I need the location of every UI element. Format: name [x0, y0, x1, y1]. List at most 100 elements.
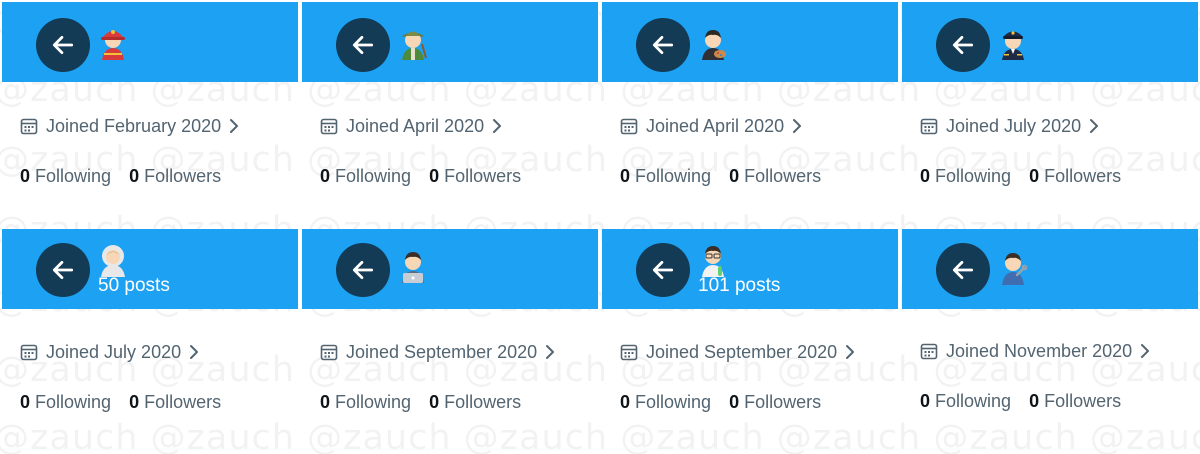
profile-banner: 50 posts: [2, 229, 298, 309]
chevron-right-icon: [546, 345, 555, 359]
followers-link[interactable]: 0 Followers: [429, 392, 521, 413]
joined-date[interactable]: Joined July 2020: [20, 340, 200, 364]
followers-count: 0: [129, 391, 140, 412]
following-link[interactable]: 0 Following: [620, 392, 711, 413]
following-link[interactable]: 0 Following: [620, 166, 711, 187]
joined-label: Joined July 2020: [46, 341, 182, 362]
followers-label: Followers: [1044, 165, 1122, 186]
profile-card: Joined July 2020 0 Following 0 Followers: [902, 2, 1198, 227]
following-count: 0: [620, 165, 631, 186]
following-link[interactable]: 0 Following: [920, 166, 1011, 187]
chevron-right-icon: [230, 119, 239, 133]
following-label: Following: [935, 165, 1012, 186]
back-button[interactable]: [336, 243, 390, 297]
mechanic-emoji-icon: [998, 249, 1028, 285]
followers-count: 0: [429, 165, 440, 186]
scientist-emoji-icon: [698, 241, 728, 277]
profile-banner: 101 posts: [602, 229, 898, 309]
back-button[interactable]: [36, 18, 90, 72]
arrow-left-icon: [52, 261, 74, 279]
follow-stats: 0 Following 0 Followers: [320, 390, 521, 414]
following-link[interactable]: 0 Following: [920, 391, 1011, 412]
profile-banner: [302, 2, 598, 82]
firefighter-emoji-icon: [98, 24, 128, 60]
follow-stats: 0 Following 0 Followers: [920, 164, 1121, 188]
calendar-icon: [620, 344, 638, 361]
profile-card: 50 posts Joined July 2020 0 Following 0 Fo…: [2, 229, 298, 454]
followers-link[interactable]: 0 Followers: [729, 392, 821, 413]
following-link[interactable]: 0 Following: [20, 166, 111, 187]
following-link[interactable]: 0 Following: [320, 166, 411, 187]
following-label: Following: [935, 390, 1012, 411]
calendar-icon: [320, 118, 338, 135]
pilot-emoji-icon: [998, 24, 1028, 60]
following-label: Following: [635, 391, 712, 412]
following-count: 0: [20, 165, 31, 186]
arrow-left-icon: [52, 36, 74, 54]
back-button[interactable]: [336, 18, 390, 72]
joined-label: Joined July 2020: [946, 115, 1082, 136]
arrow-left-icon: [352, 36, 374, 54]
calendar-icon: [920, 343, 938, 360]
following-link[interactable]: 0 Following: [320, 392, 411, 413]
profile-card: Joined September 2020 0 Following 0 Follow…: [302, 229, 598, 454]
joined-date[interactable]: Joined April 2020: [320, 114, 503, 138]
followers-link[interactable]: 0 Followers: [729, 166, 821, 187]
post-count: 50 posts: [98, 275, 170, 296]
following-count: 0: [920, 165, 931, 186]
profile-card: 101 posts Joined September 2020 0 Followi…: [602, 229, 898, 454]
joined-date[interactable]: Joined September 2020: [320, 340, 556, 364]
follow-stats: 0 Following 0 Followers: [620, 164, 821, 188]
profile-card: Joined February 2020 0 Following 0 Followe…: [2, 2, 298, 227]
following-link[interactable]: 0 Following: [20, 392, 111, 413]
back-button[interactable]: [936, 18, 990, 72]
chevron-right-icon: [190, 345, 199, 359]
follow-stats: 0 Following 0 Followers: [20, 390, 221, 414]
followers-link[interactable]: 0 Followers: [129, 392, 221, 413]
followers-label: Followers: [744, 391, 822, 412]
followers-label: Followers: [744, 165, 822, 186]
joined-date[interactable]: Joined February 2020: [20, 114, 240, 138]
followers-label: Followers: [144, 165, 222, 186]
technologist-emoji-icon: [398, 247, 428, 283]
arrow-left-icon: [952, 261, 974, 279]
joined-label: Joined February 2020: [46, 115, 222, 136]
calendar-icon: [20, 118, 38, 135]
followers-count: 0: [429, 391, 440, 412]
joined-date[interactable]: Joined November 2020: [920, 339, 1151, 363]
joined-label: Joined April 2020: [346, 115, 485, 136]
follow-stats: 0 Following 0 Followers: [620, 390, 821, 414]
joined-date[interactable]: Joined April 2020: [620, 114, 803, 138]
following-label: Following: [635, 165, 712, 186]
back-button[interactable]: [636, 243, 690, 297]
followers-label: Followers: [444, 391, 522, 412]
followers-count: 0: [729, 165, 740, 186]
chevron-right-icon: [793, 119, 802, 133]
followers-count: 0: [129, 165, 140, 186]
followers-link[interactable]: 0 Followers: [129, 166, 221, 187]
calendar-icon: [320, 344, 338, 361]
profile-banner: [902, 229, 1198, 309]
following-label: Following: [35, 165, 112, 186]
chevron-right-icon: [1090, 119, 1099, 133]
following-label: Following: [35, 391, 112, 412]
followers-link[interactable]: 0 Followers: [1029, 166, 1121, 187]
joined-date[interactable]: Joined September 2020: [620, 340, 856, 364]
back-button[interactable]: [36, 243, 90, 297]
artist-emoji-icon: [698, 24, 728, 60]
joined-label: Joined September 2020: [346, 341, 538, 362]
joined-date[interactable]: Joined July 2020: [920, 114, 1100, 138]
chevron-right-icon: [493, 119, 502, 133]
astronaut-emoji-icon: [98, 241, 128, 277]
profile-banner: [2, 2, 298, 82]
back-button[interactable]: [636, 18, 690, 72]
post-count: 101 posts: [698, 275, 781, 296]
following-label: Following: [335, 165, 412, 186]
followers-link[interactable]: 0 Followers: [1029, 391, 1121, 412]
followers-link[interactable]: 0 Followers: [429, 166, 521, 187]
calendar-icon: [20, 344, 38, 361]
profile-banner: [302, 229, 598, 309]
chevron-right-icon: [846, 345, 855, 359]
back-button[interactable]: [936, 243, 990, 297]
arrow-left-icon: [952, 36, 974, 54]
